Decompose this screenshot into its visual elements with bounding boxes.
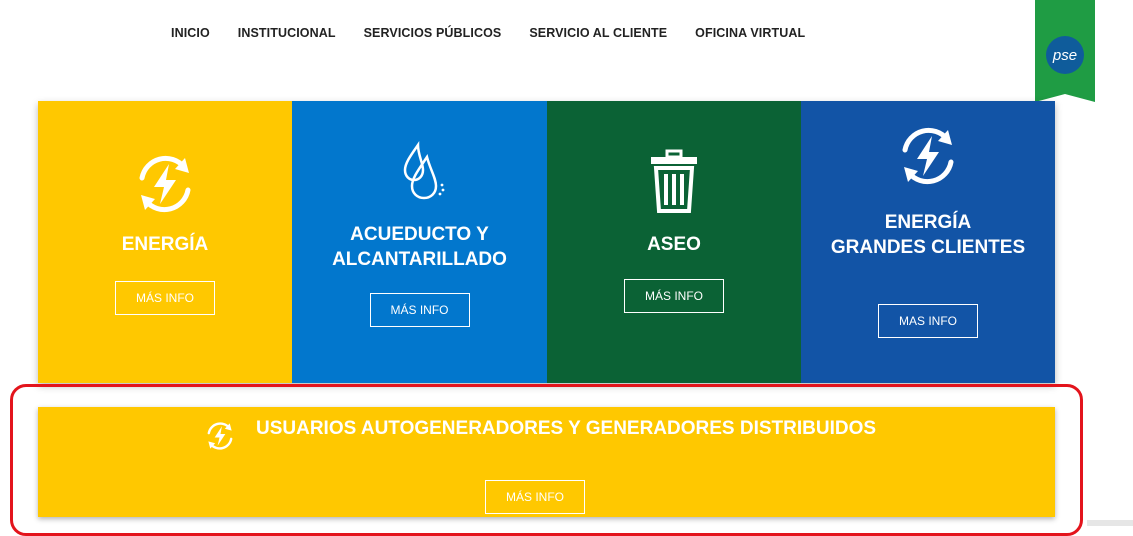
banner-title: USUARIOS AUTOGENERADORES Y GENERADORES D… [256,418,877,439]
divider [1087,520,1133,526]
card-title: ENERGÍA GRANDES CLIENTES [830,212,1026,258]
mas-info-acueducto-button[interactable]: MÁS INFO [369,293,470,327]
pse-logo: pse [1046,36,1084,74]
nav-servicios-publicos[interactable]: SERVICIOS PÚBLICOS [364,26,502,40]
service-cards: ENERGÍA MÁS INFO ACUEDUCTO Y ALCANTARILL… [38,101,1055,383]
nav-institucional[interactable]: INSTITUCIONAL [238,26,336,40]
mas-info-grandes-clientes-button[interactable]: MAS INFO [878,304,978,338]
mas-info-aseo-button[interactable]: MÁS INFO [624,279,724,313]
card-acueducto: ACUEDUCTO Y ALCANTARILLADO MÁS INFO [292,101,547,383]
trash-can-icon [651,149,697,213]
energy-cycle-icon [139,155,191,213]
card-title: ACUEDUCTO Y ALCANTARILLADO [332,224,507,270]
card-aseo: ASEO MÁS INFO [547,101,801,383]
card-title: ASEO [647,234,701,255]
card-energia: ENERGÍA MÁS INFO [38,101,292,383]
nav-inicio[interactable]: INICIO [171,26,210,40]
card-energia-grandes-clientes: ENERGÍA GRANDES CLIENTES MAS INFO [801,101,1055,383]
pse-payment-tab[interactable]: pse [1035,0,1095,102]
mas-info-energia-button[interactable]: MÁS INFO [115,281,215,315]
energy-cycle-icon [902,127,954,185]
autogeneradores-banner: USUARIOS AUTOGENERADORES Y GENERADORES D… [38,407,1055,517]
main-nav: INICIO INSTITUCIONAL SERVICIOS PÚBLICOS … [171,26,805,40]
mas-info-autogeneradores-button[interactable]: MÁS INFO [485,480,585,514]
nav-servicio-al-cliente[interactable]: SERVICIO AL CLIENTE [529,26,667,40]
card-title: ENERGÍA [121,234,209,255]
water-drops-icon [403,141,444,200]
energy-cycle-icon [207,422,233,450]
nav-oficina-virtual[interactable]: OFICINA VIRTUAL [695,26,805,40]
